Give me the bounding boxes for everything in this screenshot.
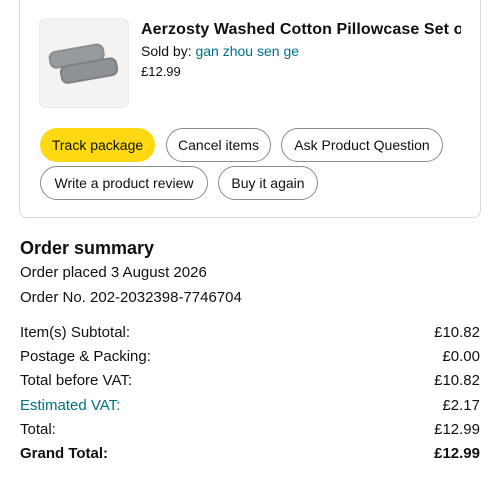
product-title[interactable]: Aerzosty Washed Cotton Pillowcase Set o.…: [141, 21, 461, 39]
total-before-vat-value: £10.82: [434, 372, 480, 389]
order-placed-date: Order placed 3 August 2026: [20, 264, 207, 281]
total-value: £12.99: [434, 421, 480, 438]
subtotal-value: £10.82: [434, 324, 480, 341]
write-review-button[interactable]: Write a product review: [40, 166, 208, 200]
total-label: Total:: [20, 421, 56, 438]
product-thumbnail[interactable]: [40, 19, 128, 107]
order-summary-title: Order summary: [20, 238, 155, 258]
postage-value: £0.00: [442, 348, 480, 365]
pillowcase-image-icon: [48, 43, 119, 84]
grand-total-label: Grand Total:: [20, 445, 109, 462]
estimated-vat-link[interactable]: Estimated VAT:: [20, 397, 120, 414]
sold-by-label: Sold by:: [141, 43, 196, 59]
track-package-button[interactable]: Track package: [40, 128, 155, 162]
estimated-vat-value: £2.17: [442, 397, 480, 414]
grand-total-value: £12.99: [434, 445, 480, 462]
product-price: £12.99: [141, 64, 181, 79]
buy-it-again-button[interactable]: Buy it again: [218, 166, 318, 200]
postage-label: Postage & Packing:: [20, 348, 151, 365]
seller-link[interactable]: gan zhou sen ge: [195, 43, 299, 59]
ask-product-question-button[interactable]: Ask Product Question: [281, 128, 443, 162]
cancel-items-button[interactable]: Cancel items: [166, 128, 271, 162]
order-number: Order No. 202-2032398-7746704: [20, 289, 242, 306]
subtotal-label: Item(s) Subtotal:: [20, 324, 131, 341]
total-before-vat-label: Total before VAT:: [20, 372, 133, 389]
sold-by-line: Sold by: gan zhou sen ge: [141, 43, 299, 59]
